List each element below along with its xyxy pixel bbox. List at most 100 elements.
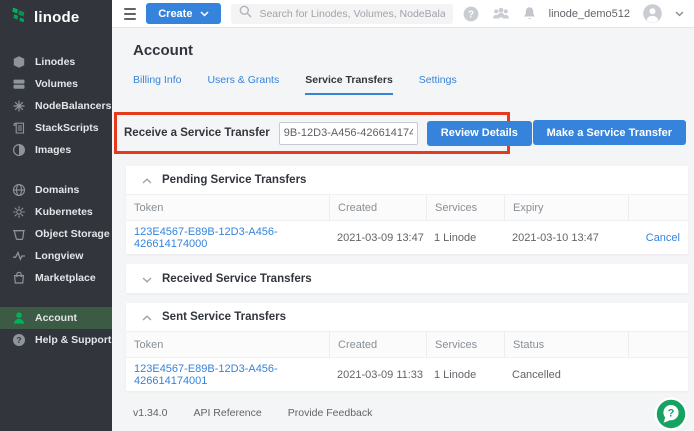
tab-settings[interactable]: Settings [419, 74, 457, 95]
sidebar-item-label: Longview [35, 250, 83, 262]
status-cell: Cancelled [504, 369, 628, 381]
pending-table-header: Token Created Services Expiry [126, 195, 688, 221]
search-icon [239, 5, 252, 23]
sidebar-item-label: Linodes [35, 56, 75, 68]
column-header-actions [628, 332, 680, 358]
services-cell: 1 Linode [426, 232, 504, 244]
sidebar-item-label: Help & Support [35, 334, 111, 346]
globe-icon [12, 183, 26, 197]
create-button[interactable]: Create [146, 3, 221, 24]
brand-name: linode [34, 9, 79, 26]
chevron-down-icon[interactable] [675, 11, 684, 17]
sidebar-item-label: NodeBalancers [35, 100, 111, 112]
page-title: Account [133, 42, 688, 59]
pending-transfers-panel: Pending Service Transfers Token Created … [126, 166, 688, 254]
table-row: 123E4567-E89B-12D3-A456-426614174001 202… [126, 358, 688, 391]
sidebar-item-label: Marketplace [35, 272, 96, 284]
sidebar-item-kubernetes[interactable]: Kubernetes [0, 201, 112, 223]
tab-users-grants[interactable]: Users & Grants [207, 74, 279, 95]
community-icon[interactable] [492, 7, 510, 20]
search-input[interactable] [259, 8, 444, 20]
transfer-token-input[interactable] [279, 122, 418, 145]
sidebar-item-images[interactable]: Images [0, 139, 112, 161]
kubernetes-icon [12, 205, 26, 219]
svg-text:?: ? [468, 9, 474, 20]
chevron-up-icon [142, 171, 152, 189]
pending-transfers-header[interactable]: Pending Service Transfers [126, 166, 688, 195]
stackscripts-icon [12, 121, 26, 135]
sidebar-item-linodes[interactable]: Linodes [0, 51, 112, 73]
review-details-button[interactable]: Review Details [427, 121, 532, 146]
column-header-token: Token [134, 332, 329, 358]
sent-table-header: Token Created Services Status [126, 332, 688, 358]
svg-text:?: ? [16, 335, 21, 345]
sidebar-item-nodebalancers[interactable]: NodeBalancers [0, 95, 112, 117]
menu-icon[interactable] [124, 8, 136, 20]
bag-icon [12, 271, 26, 285]
person-icon [12, 311, 26, 325]
sidebar-item-label: Object Storage [35, 228, 110, 240]
services-cell: 1 Linode [426, 369, 504, 381]
sidebar-item-label: Kubernetes [35, 206, 93, 218]
tab-billing-info[interactable]: Billing Info [133, 74, 181, 95]
cancel-link[interactable]: Cancel [646, 232, 680, 244]
account-page: Account Billing Info Users & Grants Serv… [112, 28, 694, 431]
bell-icon[interactable] [523, 6, 536, 21]
received-transfers-header[interactable]: Received Service Transfers [126, 264, 688, 293]
help-icon: ? [12, 333, 26, 347]
section-title: Received Service Transfers [162, 273, 312, 285]
transfer-token-link[interactable]: 123E4567-E89B-12D3-A456-426614174001 [134, 363, 278, 387]
sidebar-item-label: Account [35, 312, 77, 324]
sent-transfers-panel: Sent Service Transfers Token Created Ser… [126, 303, 688, 391]
sidebar-item-domains[interactable]: Domains [0, 179, 112, 201]
sidebar-item-label: StackScripts [35, 122, 99, 134]
api-reference-link[interactable]: API Reference [193, 407, 261, 419]
sidebar-nav: Linodes Volumes NodeBalancers StackScrip… [0, 51, 112, 351]
column-header-actions [628, 195, 680, 221]
topbar: Create ? linode_demo512 [112, 0, 694, 28]
sidebar-item-longview[interactable]: Longview [0, 245, 112, 267]
tab-service-transfers[interactable]: Service Transfers [305, 74, 393, 95]
linode-logo-icon [11, 6, 28, 28]
app-version: v1.34.0 [133, 407, 167, 419]
sidebar-item-help-support[interactable]: ? Help & Support [0, 329, 112, 351]
column-header-token: Token [134, 195, 329, 221]
images-icon [12, 143, 26, 157]
provide-feedback-link[interactable]: Provide Feedback [288, 407, 373, 419]
help-chat-button[interactable]: ? [654, 397, 688, 431]
chevron-up-icon [142, 308, 152, 326]
column-header-status: Status [504, 332, 628, 358]
avatar[interactable] [643, 4, 662, 23]
chevron-down-icon [200, 8, 209, 20]
transfer-token-link[interactable]: 123E4567-E89B-12D3-A456-426614174000 [134, 226, 278, 250]
tab-bar: Billing Info Users & Grants Service Tran… [133, 74, 688, 95]
username[interactable]: linode_demo512 [549, 8, 630, 20]
sidebar-item-stackscripts[interactable]: StackScripts [0, 117, 112, 139]
pulse-icon [12, 249, 26, 263]
search-box[interactable] [231, 4, 452, 24]
bucket-icon [12, 227, 26, 241]
cube-icon [12, 55, 26, 69]
sidebar-item-label: Images [35, 144, 71, 156]
sidebar-item-account[interactable]: Account [0, 307, 112, 329]
linode-logo[interactable]: linode [0, 0, 112, 33]
help-circle-icon[interactable]: ? [463, 6, 479, 22]
receive-transfer-highlight-box: Receive a Service Transfer Review Detail… [114, 112, 510, 154]
section-title: Pending Service Transfers [162, 174, 306, 186]
sidebar-item-label: Domains [35, 184, 79, 196]
nodebalancer-icon [12, 99, 26, 113]
create-button-label: Create [158, 8, 192, 20]
receive-transfer-label: Receive a Service Transfer [124, 127, 270, 139]
column-header-expiry: Expiry [504, 195, 628, 221]
column-header-services: Services [426, 332, 504, 358]
make-service-transfer-button[interactable]: Make a Service Transfer [533, 120, 686, 145]
received-transfers-panel: Received Service Transfers [126, 264, 688, 293]
sent-transfers-header[interactable]: Sent Service Transfers [126, 303, 688, 332]
column-header-created: Created [329, 195, 426, 221]
table-row: 123E4567-E89B-12D3-A456-426614174000 202… [126, 221, 688, 254]
sidebar: linode Linodes Volumes NodeBalancers Sta… [0, 0, 112, 431]
sidebar-item-marketplace[interactable]: Marketplace [0, 267, 112, 289]
sidebar-item-volumes[interactable]: Volumes [0, 73, 112, 95]
sidebar-item-object-storage[interactable]: Object Storage [0, 223, 112, 245]
chevron-down-icon [142, 270, 152, 288]
